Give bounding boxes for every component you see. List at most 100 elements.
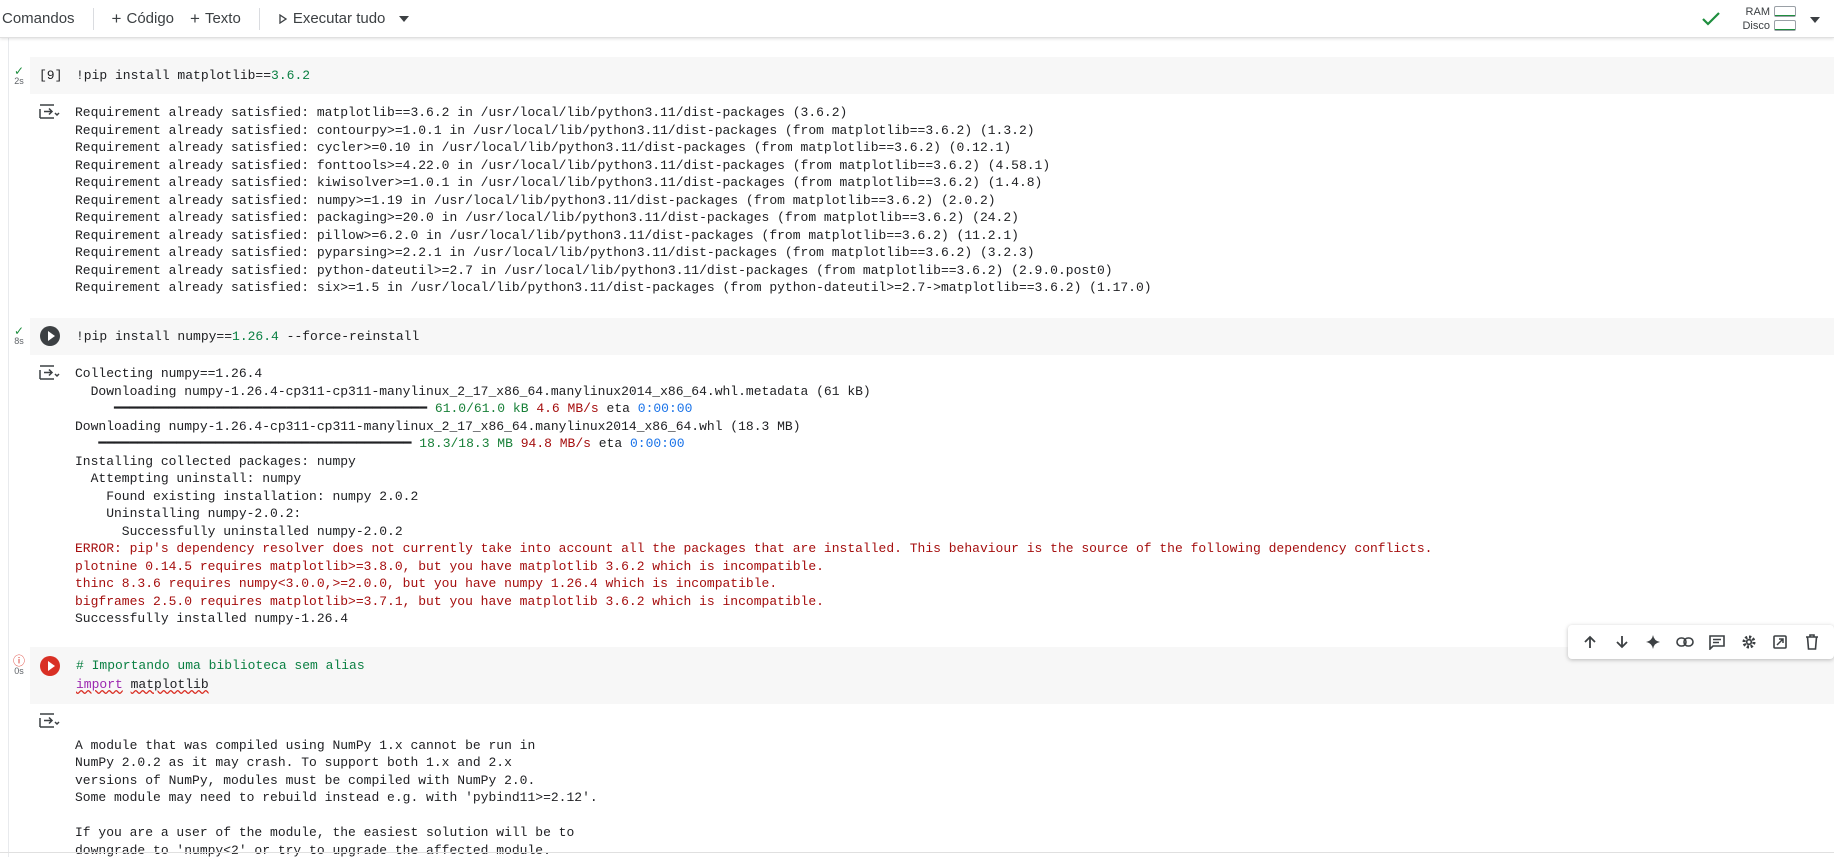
code-cell-input[interactable]: # Importando uma biblioteca sem alias im…: [30, 647, 1834, 704]
code-version: 3.6.2: [271, 68, 311, 83]
run-cell-button[interactable]: [40, 326, 60, 346]
toolbar-divider: [258, 7, 260, 30]
progress-speed: 94.8 MB/s: [520, 436, 591, 451]
output-line: Successfully uninstalled numpy-2.0.2: [75, 523, 403, 539]
run-all-dropdown[interactable]: [393, 0, 415, 37]
code-line: # Importando uma biblioteca sem alias: [76, 658, 365, 673]
code-module: matplotlib: [130, 677, 209, 692]
error-line: thinc 8.3.6 requires numpy<3.0.0,>=2.0.0…: [75, 576, 778, 591]
sparkle-icon[interactable]: [1640, 629, 1666, 655]
add-code-label: Código: [126, 10, 175, 27]
output-toggle-icon[interactable]: [38, 712, 60, 730]
code-cell-input[interactable]: !pip install numpy==1.26.4 --force-reins…: [30, 318, 1834, 355]
commands-button[interactable]: Comandos: [0, 0, 83, 37]
notebook-left-border: [8, 37, 9, 857]
error-line: bigframes 2.5.0 requires matplotlib>=3.7…: [75, 593, 824, 609]
cell-exec-time: 2s: [14, 76, 24, 86]
output-line: Requirement already satisfied: pillow>=6…: [75, 227, 1019, 243]
progress-eta: 0:00:00: [637, 401, 693, 416]
output-line: Requirement already satisfied: cycler>=0…: [75, 140, 1012, 155]
run-all-label: Executar tudo: [292, 10, 386, 27]
disk-bar: [1774, 20, 1796, 31]
output-line: Requirement already satisfied: contourpy…: [75, 122, 1035, 138]
disk-indicator: Disco: [1742, 19, 1796, 33]
code-line: !pip install numpy==1.26.4 --force-reins…: [76, 329, 419, 344]
move-down-icon[interactable]: [1609, 629, 1635, 655]
cell-status: ⓘ 0s: [12, 655, 26, 676]
cell-output: Requirement already satisfied: matplotli…: [75, 104, 1152, 297]
output-line: Requirement already satisfied: kiwisolve…: [75, 175, 1043, 190]
output-toggle-icon[interactable]: [38, 103, 60, 121]
link-icon[interactable]: [1672, 629, 1698, 655]
download-progress-line: ━━━━━━━━━━━━━━━━━━━━━━━━━━━━━━━━━━━━━━━━…: [75, 401, 693, 416]
cell-toolbar: [1568, 625, 1834, 659]
play-icon: [47, 331, 55, 341]
commands-label: Comandos: [2, 10, 75, 27]
output-line: Requirement already satisfied: fonttools…: [75, 157, 1051, 173]
output-line: Downloading numpy-1.26.4-cp311-cp311-man…: [75, 383, 871, 399]
ram-indicator: RAM: [1742, 5, 1796, 19]
output-line: Installing collected packages: numpy: [75, 453, 356, 469]
output-line: Requirement already satisfied: python-da…: [75, 262, 1113, 278]
add-text-label: Texto: [204, 10, 241, 27]
progress-size: 18.3/18.3 MB: [419, 436, 513, 451]
gear-icon[interactable]: [1736, 629, 1762, 655]
add-code-button[interactable]: + Código: [104, 0, 182, 37]
output-line: NumPy 2.0.2 as it may crash. To support …: [75, 755, 512, 770]
connected-check-icon: [1702, 11, 1721, 26]
output-line: Collecting numpy==1.26.4: [75, 366, 263, 381]
cell-exec-time: 8s: [14, 336, 24, 346]
caret-down-icon: [1810, 17, 1820, 23]
cell-status: ✓ 2s: [12, 65, 26, 86]
output-line: Requirement already satisfied: packaging…: [75, 210, 1019, 225]
move-up-icon[interactable]: [1577, 629, 1603, 655]
comment-icon[interactable]: [1704, 629, 1730, 655]
execution-count: [9]: [39, 68, 63, 83]
delete-icon[interactable]: [1799, 629, 1825, 655]
cell-status: ✓ 8s: [12, 324, 26, 346]
code-text: --force-reinstall: [278, 329, 420, 344]
output-line: Downloading numpy-1.26.4-cp311-cp311-man…: [75, 418, 801, 434]
progress-bar: ━━━━━━━━━━━━━━━━━━━━━━━━━━━━━━━━━━━━━━━━: [75, 401, 428, 416]
error-line: ERROR: pip's dependency resolver does no…: [75, 541, 1433, 556]
progress-size: 61.0/61.0 kB: [434, 401, 529, 416]
resources-dropdown[interactable]: [1796, 10, 1834, 27]
progress-eta: 0:00:00: [629, 436, 685, 451]
output-line: Requirement already satisfied: pyparsing…: [75, 245, 1035, 260]
code-text: !pip install numpy==: [76, 329, 233, 344]
output-toggle-icon[interactable]: [38, 364, 60, 382]
code-version: 1.26.4: [232, 329, 279, 344]
mirror-cell-icon[interactable]: [1767, 629, 1793, 655]
resources-indicator[interactable]: RAM Disco: [1742, 5, 1796, 33]
add-text-button[interactable]: + Texto: [182, 0, 249, 37]
cell-exec-time: 0s: [14, 666, 24, 676]
success-check-icon: ✓: [13, 324, 25, 338]
play-icon: [47, 661, 55, 671]
code-comment: # Importando uma biblioteca sem alias: [76, 658, 365, 673]
bottom-divider: [0, 852, 1834, 853]
output-line: Uninstalling numpy-2.0.2:: [75, 506, 302, 521]
plus-icon: +: [111, 9, 122, 28]
output-line: Requirement already satisfied: matplotli…: [75, 105, 848, 120]
ram-bar: [1774, 6, 1796, 17]
code-line: !pip install matplotlib==3.6.2: [76, 68, 310, 83]
output-line: versions of NumPy, modules must be compi…: [75, 772, 536, 788]
output-line: Requirement already satisfied: numpy>=1.…: [75, 192, 996, 208]
code-line: import matplotlib: [76, 677, 209, 692]
run-all-button[interactable]: Executar tudo: [270, 0, 394, 37]
output-line: If you are a user of the module, the eas…: [75, 825, 575, 840]
disk-label: Disco: [1742, 19, 1770, 32]
code-cell-input[interactable]: [9] !pip install matplotlib==3.6.2: [30, 57, 1834, 94]
caret-down-icon: [399, 15, 410, 22]
run-cell-button[interactable]: [40, 656, 60, 676]
play-icon: [279, 13, 287, 24]
progress-bar: ━━━━━━━━━━━━━━━━━━━━━━━━━━━━━━━━━━━━━━━━: [75, 436, 412, 451]
cell-output: Collecting numpy==1.26.4 Downloading num…: [75, 365, 1432, 628]
error-line: plotnine 0.14.5 requires matplotlib>=3.8…: [75, 558, 824, 574]
output-line: Requirement already satisfied: six>=1.5 …: [75, 280, 1152, 295]
output-line: Some module may need to rebuild instead …: [75, 790, 598, 805]
code-keyword: import: [76, 677, 123, 692]
output-line: downgrade to 'numpy<2' or try to upgrade…: [75, 842, 551, 858]
